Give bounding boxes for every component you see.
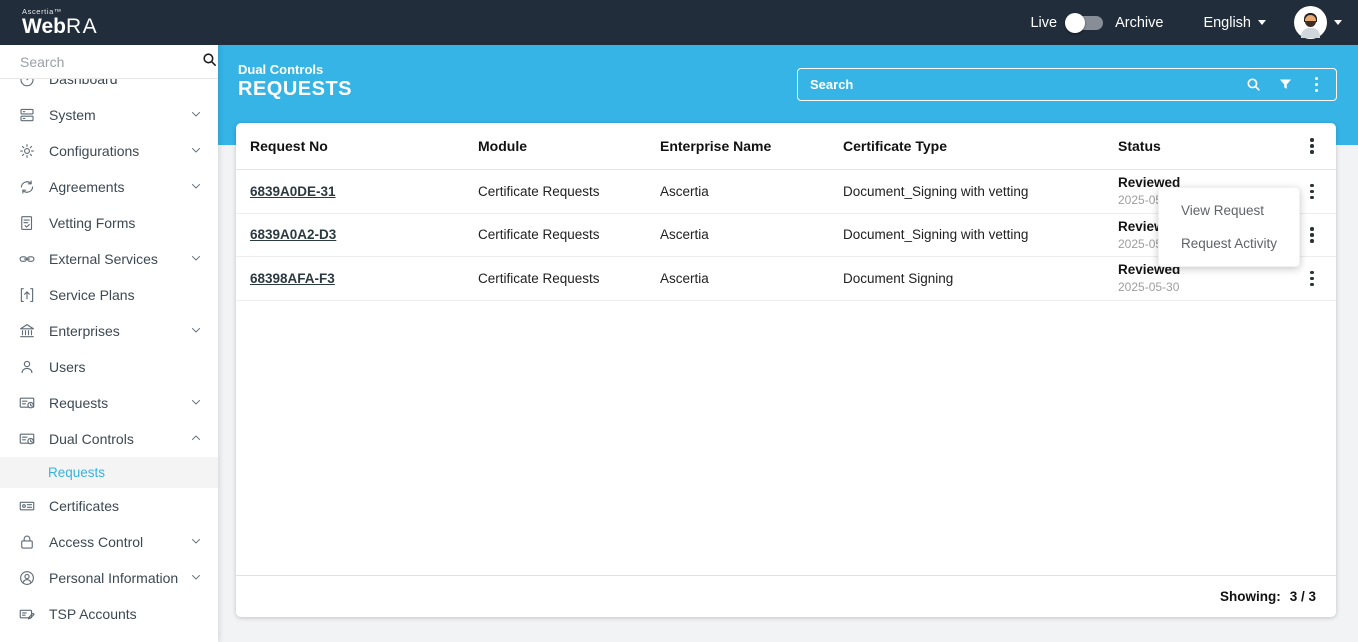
sidebar-search [0,45,218,79]
context-menu-item-request-activity[interactable]: Request Activity [1159,227,1299,260]
person-circle-icon [18,569,36,587]
status-date: 2025-05-30 [1118,280,1304,294]
upload-box-icon [18,286,36,304]
sidebar-item-system[interactable]: System [0,97,218,133]
cell-enterprise: Ascertia [660,271,843,286]
showing-label: Showing: [1220,589,1281,604]
language-dropdown[interactable]: English [1203,15,1266,31]
server-icon [18,106,36,124]
table-search-input[interactable] [810,77,1245,92]
certificate-card-icon [18,497,36,515]
chevron-down-icon [1334,20,1342,25]
avatar [1294,6,1327,39]
cell-module: Certificate Requests [478,271,660,286]
chevron-down-icon [190,107,202,123]
row-context-menu: View Request Request Activity [1158,187,1300,267]
chevron-down-icon [190,395,202,411]
row-actions-kebab-icon[interactable] [1304,223,1320,247]
sidebar-item-requests[interactable]: Requests [0,385,218,421]
main-content: Dual Controls REQUESTS Request No Module… [218,45,1358,642]
sidebar-item-users[interactable]: Users [0,349,218,385]
filter-icon[interactable] [1278,77,1293,92]
chevron-down-icon [1258,20,1266,25]
brand-name: WebRA [22,15,98,38]
request-card-icon [18,394,36,412]
sidebar-item-tsp-accounts[interactable]: TSP Accounts [0,596,218,632]
cell-module: Certificate Requests [478,184,660,199]
table-empty-space [236,301,1336,576]
page-title: REQUESTS [238,78,352,101]
sidebar-menu: Dashboard System Configurations Agreemen… [0,79,218,642]
context-menu-item-view-request[interactable]: View Request [1159,194,1299,227]
sidebar-item-certificates[interactable]: Certificates [0,488,218,524]
sidebar-item-external-services[interactable]: External Services [0,241,218,277]
breadcrumb: Dual Controls [238,62,323,77]
sidebar-subitem-requests-active[interactable]: Requests [0,457,218,488]
brand-logo[interactable]: Ascertia™ WebRA [22,8,98,38]
sidebar-item-configurations[interactable]: Configurations [0,133,218,169]
table-footer: Showing: 3 / 3 [236,575,1336,617]
archive-label: Archive [1115,15,1163,31]
user-icon [18,358,36,376]
search-icon[interactable] [1245,76,1262,93]
chevron-down-icon [190,323,202,339]
chevron-up-icon [190,431,202,447]
row-actions-kebab-icon[interactable] [1304,180,1320,204]
cell-certificate-type: Document_Signing with vetting [843,184,1118,199]
showing-value: 3 / 3 [1290,589,1316,604]
sidebar-item-access-control[interactable]: Access Control [0,524,218,560]
live-archive-toggle[interactable] [1067,16,1103,30]
sidebar-search-input[interactable] [20,54,201,70]
card-pen-icon [18,605,36,623]
dual-controls-card-icon [18,430,36,448]
language-label: English [1203,15,1251,31]
navbar-right: Live Archive English [1030,6,1358,39]
chevron-down-icon [190,570,202,586]
cell-certificate-type: Document Signing [843,271,1118,286]
sidebar-item-personal-information[interactable]: Personal Information [0,560,218,596]
sidebar-item-dashboard[interactable]: Dashboard [0,79,218,97]
link-icon [18,250,36,268]
request-link[interactable]: 6839A0DE-31 [250,184,336,199]
table-header-row: Request No Module Enterprise Name Certif… [236,123,1336,170]
chevron-down-icon [190,143,202,159]
sidebar-item-dual-controls[interactable]: Dual Controls [0,421,218,457]
bank-icon [18,322,36,340]
cell-enterprise: Ascertia [660,184,843,199]
dashboard-icon [18,79,36,88]
row-actions-kebab-icon[interactable] [1304,267,1320,291]
search-icon[interactable] [201,51,218,73]
user-menu[interactable] [1294,6,1342,39]
gear-icon [18,142,36,160]
cell-enterprise: Ascertia [660,227,843,242]
sidebar: Dashboard System Configurations Agreemen… [0,45,218,642]
live-label: Live [1030,15,1057,31]
sidebar-item-service-plans[interactable]: Service Plans [0,277,218,313]
column-header-certificate-type: Certificate Type [843,138,1118,154]
cell-module: Certificate Requests [478,227,660,242]
brand-pretitle: Ascertia™ [22,8,98,16]
cell-certificate-type: Document_Signing with vetting [843,227,1118,242]
search-bar-icons [1245,73,1325,97]
chevron-down-icon [190,534,202,550]
table-options-kebab-icon[interactable] [1304,134,1320,158]
chevron-down-icon [190,251,202,267]
handshake-icon [18,178,36,196]
lock-icon [18,533,36,551]
table-search-bar [797,68,1337,101]
document-check-icon [18,214,36,232]
column-header-enterprise-name: Enterprise Name [660,138,843,154]
column-header-status: Status [1118,138,1304,154]
sidebar-item-enterprises[interactable]: Enterprises [0,313,218,349]
chevron-down-icon [190,179,202,195]
column-header-module: Module [478,138,660,154]
toggle-knob [1065,13,1085,33]
request-link[interactable]: 6839A0A2-D3 [250,227,336,242]
search-options-kebab-icon[interactable] [1309,73,1325,97]
sidebar-item-agreements[interactable]: Agreements [0,169,218,205]
request-link[interactable]: 68398AFA-F3 [250,271,335,286]
sidebar-item-vetting-forms[interactable]: Vetting Forms [0,205,218,241]
top-navbar: Ascertia™ WebRA Live Archive English [0,0,1358,45]
column-header-request-no: Request No [250,138,478,154]
